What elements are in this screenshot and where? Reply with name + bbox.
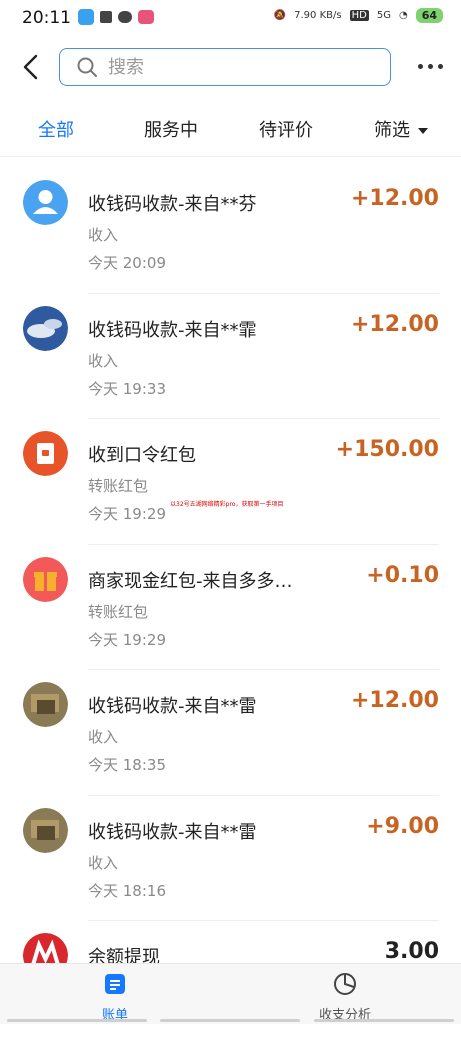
tab-all[interactable]: 全部 [38,116,74,142]
mute-icon: 🔕 [273,10,287,21]
transaction-time: 今天 19:33 [88,379,166,398]
transaction-row[interactable]: 收钱码收款-来自**霏 +12.00 收入 今天 19:33 [0,294,461,419]
translate-icon [100,11,112,23]
transaction-list: 收钱码收款-来自**芬 +12.00 收入 今天 20:09 收钱码收款-来自*… [0,168,461,1047]
transaction-time: 今天 19:29 [88,505,166,523]
transaction-type: 收入 [88,728,119,746]
search-icon [77,57,97,77]
transaction-type: 收入 [88,853,119,872]
dropdown-arrow-icon [418,128,428,134]
nav-bill[interactable]: 账单 [55,972,175,1023]
transaction-row[interactable]: 商家现金红包-来自多多… +0.10 转账红包 今天 19:29 [0,545,461,670]
header [0,44,461,90]
transaction-time: 今天 18:35 [88,756,166,774]
network-speed: 7.90 KB/s [294,10,342,21]
transaction-title: 收钱码收款-来自**霏 [88,319,257,341]
transaction-time: 今天 19:29 [88,630,166,649]
app-icon [138,10,154,24]
qq-icon [78,9,94,25]
wifi-icon: ◔ [398,10,408,21]
transaction-row[interactable]: 收钱码收款-来自**雷 +12.00 收入 今天 18:35 [0,670,461,796]
tab-to-review[interactable]: 待评价 [259,116,313,142]
hd-icon: HD [349,10,369,21]
transaction-title: 收钱码收款-来自**雷 [88,696,257,717]
status-time: 20:11 [22,8,71,28]
gift-icon [23,556,68,602]
battery-icon: 64 [415,8,443,23]
transaction-title: 商家现金红包-来自多多… [88,570,293,592]
watermark-text: 以32号五湖网络精彩pro，获取第一手项目 [170,501,284,508]
transaction-row[interactable]: 收钱码收款-来自**芬 +12.00 收入 今天 20:09 [0,168,461,294]
signal-icon: 5G [376,10,391,21]
transaction-amount: +12.00 [350,688,439,713]
transaction-amount: +12.00 [350,311,439,337]
more-options-icon[interactable] [418,64,443,69]
photo-avatar [23,807,68,853]
default-user-icon [23,180,68,225]
status-bar: 20:11 🔕 7.90 KB/s HD 5G ◔ 64 [0,0,461,36]
transaction-title: 收到口令红包 [88,445,196,466]
transaction-row[interactable]: 收到口令红包 +150.00 转账红包 今天 19:29 以32号五湖网络精彩p… [0,419,461,545]
bottom-nav: 账单 收支分析 [0,963,461,1024]
pie-chart-icon [334,973,356,995]
transaction-amount: +0.10 [366,562,439,588]
filter-tabs: 全部 服务中 待评价 筛选 [0,100,461,157]
tab-filter[interactable]: 筛选 [374,116,428,142]
transaction-row[interactable]: 收钱码收款-来自**雷 +9.00 收入 今天 18:16 [0,796,461,921]
transaction-amount: +12.00 [350,186,439,211]
search-box[interactable] [59,48,391,86]
sky-photo-avatar [23,305,68,351]
transaction-title: 收钱码收款-来自**雷 [88,821,257,843]
nav-analysis[interactable]: 收支分析 [285,972,405,1023]
search-input[interactable] [106,55,350,79]
red-packet-icon [23,431,68,476]
back-arrow-icon[interactable] [18,52,46,82]
filter-label: 筛选 [374,120,410,141]
transaction-amount: +150.00 [335,437,439,462]
transaction-type: 收入 [88,226,119,244]
bill-icon [105,974,125,994]
wechat-icon [118,11,132,23]
transaction-amount: 3.00 [384,939,439,964]
notification-icons [78,9,154,25]
photo-avatar [23,682,68,727]
transaction-time: 今天 18:16 [88,881,166,900]
transaction-title: 收钱码收款-来自**芬 [88,194,257,215]
transaction-type: 转账红包 [88,477,149,495]
transaction-time: 今天 20:09 [88,254,166,272]
transaction-amount: +9.00 [366,813,439,839]
tab-in-service[interactable]: 服务中 [144,116,198,142]
transaction-type: 转账红包 [88,602,149,621]
transaction-type: 收入 [88,351,119,370]
gesture-bar [0,1019,461,1022]
system-icons: 🔕 7.90 KB/s HD 5G ◔ 64 [274,8,443,23]
